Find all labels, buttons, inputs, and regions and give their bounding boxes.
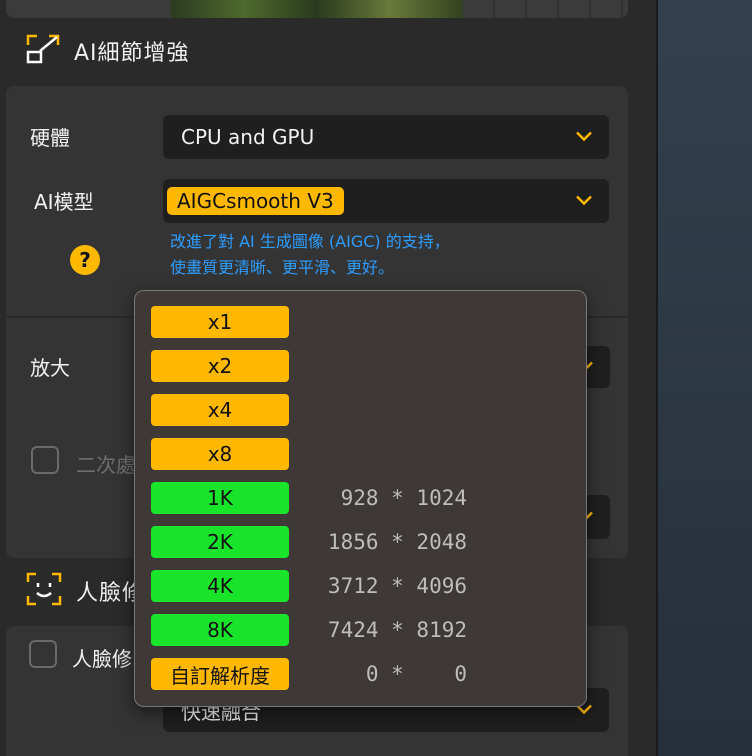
- scale-option[interactable]: x8: [151, 438, 289, 470]
- face-restore-checkbox[interactable]: [29, 640, 57, 668]
- model-description-line: 使畫質更清晰、更平滑、更好。: [170, 258, 395, 277]
- secondary-process-checkbox[interactable]: [31, 446, 59, 474]
- enlarge-icon: [26, 34, 60, 68]
- help-icon[interactable]: ?: [70, 245, 100, 275]
- section-title: AI細節增強: [74, 41, 190, 66]
- scale-option[interactable]: 1K: [151, 482, 289, 514]
- scale-option[interactable]: 4K: [151, 570, 289, 602]
- scale-option-resolution: 1856 * 2048: [327, 530, 467, 554]
- ai-detail-header: AI細節增強: [26, 34, 190, 68]
- chevron-down-icon: [575, 128, 593, 147]
- scale-option[interactable]: x4: [151, 394, 289, 426]
- scale-option-resolution: 0 * 0: [327, 662, 467, 686]
- scale-option-resolution: 7424 * 8192: [327, 618, 467, 642]
- scale-dropdown-menu: x1 x2 x4 x8 1K 928 * 1024 2K 1856 * 2048 4K 3712…: [134, 290, 587, 707]
- upscale-label: 放大: [30, 356, 70, 380]
- background-window: [656, 0, 752, 756]
- face-header: 人臉修: [26, 572, 145, 610]
- hardware-select[interactable]: CPU and GPU: [163, 115, 609, 159]
- scale-option[interactable]: 2K: [151, 526, 289, 558]
- preview-thumbnail[interactable]: [171, 0, 463, 18]
- scale-option[interactable]: x1: [151, 306, 289, 338]
- model-value: AIGCsmooth V3: [167, 187, 344, 215]
- hardware-label: 硬體: [30, 126, 70, 150]
- chevron-down-icon: [575, 192, 593, 211]
- preview-thumbnail-grid: [463, 0, 623, 18]
- scale-option-resolution: 928 * 1024: [327, 486, 467, 510]
- secondary-process-label: 二次處: [76, 453, 136, 477]
- model-select[interactable]: AIGCsmooth V3: [163, 179, 609, 223]
- face-scan-icon: [26, 572, 62, 610]
- scale-option[interactable]: x2: [151, 350, 289, 382]
- scale-option-resolution: 3712 * 4096: [327, 574, 467, 598]
- hardware-value: CPU and GPU: [181, 125, 315, 149]
- model-label: AI模型: [34, 190, 94, 214]
- model-description-line: 改進了對 AI 生成圖像 (AIGC) 的支持，: [170, 232, 450, 251]
- scale-option[interactable]: 8K: [151, 614, 289, 646]
- model-description: 改進了對 AI 生成圖像 (AIGC) 的支持， 使畫質更清晰、更平滑、更好。: [170, 229, 450, 281]
- scale-option[interactable]: 自訂解析度: [151, 658, 289, 690]
- face-restore-label: 人臉修: [72, 647, 132, 671]
